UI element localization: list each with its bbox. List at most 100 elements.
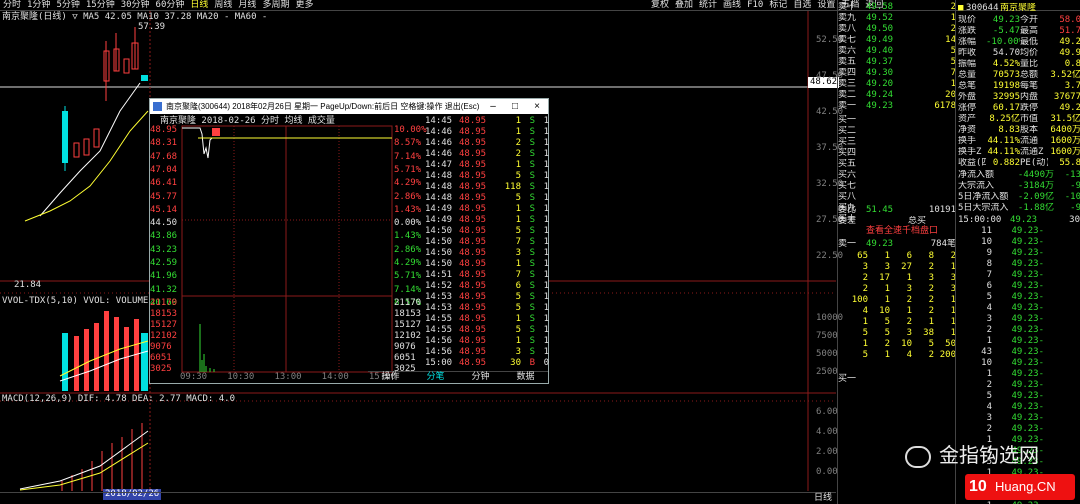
tab-4[interactable]: 30分钟 [118,0,153,11]
tick-cell: S [529,292,535,302]
tool-4[interactable]: F10 [744,0,766,11]
tick-list[interactable]: 14:45 48.95 1 S 1 14:46 48.95 1 S 1 14:46 48.95 2 S 1 1… [425,116,549,369]
trade-vol: 6 [986,281,992,291]
trade-row: 4 49.23- [958,402,1080,413]
axis-tick: 7500 [816,331,838,341]
quote-cell: 净资 [958,125,977,135]
quote-rows-2: 涨停 60.17 跌停 49.2 资产 8.25亿 市值 31.5亿 净资 8.83 股本 6400万… [958,103,1080,169]
quote-cell: 0.8 [1064,59,1080,69]
tick-cell: 1 [515,314,521,324]
order-label: 卖八 [838,24,857,34]
tab-9[interactable]: 多周期 [259,0,292,11]
tick-cell: 48.95 [459,237,487,247]
queue-cell: 2 [906,295,912,305]
tick-cell: 14:46 [425,149,453,159]
quote-cell: 44.11% [987,136,1020,146]
tool-5[interactable]: 标记 [766,0,790,11]
axis-label: 43.23 [150,244,178,255]
quote-cell: 今开 [1020,15,1039,25]
axis-label: 21170 [394,298,422,308]
trade-price: 49.23- [1011,336,1044,346]
tick-row: 14:55 48.95 5 S 1 [425,325,549,336]
tool-3[interactable]: 画线 [720,0,744,11]
window-tab-3[interactable]: 数据 [503,372,548,383]
tick-cell: 1 [543,314,549,324]
window-tab-1[interactable]: 分笔 [413,372,458,383]
trade-vol: 5 [986,391,992,401]
quote-cell: 37677 [1053,92,1080,102]
queue-cell: 2 [928,295,934,305]
close-icon[interactable]: × [526,99,548,114]
flow-row: 5日净流入额 -2.09亿 -10 [958,192,1080,203]
order-row-buy: 买三 [838,137,956,148]
queue-link[interactable]: 查看全速千档盘口 [866,226,938,237]
tool-1[interactable]: 叠加 [672,0,696,11]
quote-cell: 8.25亿 [989,114,1020,124]
window-tab-0[interactable]: 操作 [368,372,413,383]
tool-7[interactable]: 设置 [814,0,838,11]
flow-label: 净流入额 [958,170,995,180]
tab-3[interactable]: 15分钟 [83,0,118,11]
minimize-icon[interactable]: – [482,99,504,114]
intraday-chart[interactable]: 南京聚隆 2018-02-26 分时 均线 成交量 48.95 48.31 47… [150,114,427,384]
tool-6[interactable]: 自选 [790,0,814,11]
queue-buy1: 买一 [838,374,857,384]
trade-vol: 2 [986,424,992,434]
axis-label: 9076 [150,342,172,352]
queue-cell: 3 [950,273,956,283]
tab-7[interactable]: 周线 [211,0,235,11]
trade-price: 49.23- [1011,347,1044,357]
order-row: 卖九 49.52 1 [838,13,956,24]
tab-8[interactable]: 月线 [235,0,259,11]
trade-price: 49.23- [1011,402,1044,412]
tick-cell: 48.95 [459,281,487,291]
queue-cell: 3 [950,284,956,294]
order-label: 买八 [838,192,857,202]
tab-0[interactable]: 分时 [0,0,24,11]
window-titlebar[interactable]: 南京聚隆(300644) 2018年02月26日 星期一 PageUp/Down… [150,99,548,114]
tick-cell: 14:51 [425,270,453,280]
tab-10[interactable]: 更多 [292,0,316,11]
tick-cell: 14:46 [425,138,453,148]
tool-2[interactable]: 统计 [696,0,720,11]
tick-row: 14:49 48.95 1 S 1 [425,204,549,215]
tick-cell: S [529,325,535,335]
quote-cell: -5.47 [992,26,1020,36]
tab-5[interactable]: 60分钟 [153,0,188,11]
queue-cell: 8 [928,251,934,261]
maximize-icon[interactable]: □ [504,99,526,114]
tick-cell: 118 [504,182,521,192]
axis-label: 3025 [150,364,172,374]
axis-label: 18153 [394,309,422,319]
quote-cell: 收益(四) [958,158,986,168]
tab-2[interactable]: 5分钟 [53,0,82,11]
trade-price: 49.23- [1011,424,1044,434]
order-label: 买五 [838,159,857,169]
quote-cell: 49.9 [1059,48,1080,58]
trade-row: 8 49.23- [958,259,1080,270]
quote-panel: ■ 300644 南京聚隆 现价 49.23 今开 58.0 涨跌 -5.47 最高 51.7… [955,0,1080,215]
quote-row: 总笔 19198 每笔 3.7 [958,81,1080,92]
tool-0[interactable]: 复权 [648,0,672,11]
period-tabs: 分时 1分钟 5分钟 15分钟 30分钟 60分钟 日线 周线 月线 多周期 更多 [0,0,316,11]
quote-cell: 股本 [1020,125,1039,135]
tick-cell: 1 [543,226,549,236]
tick-row: 14:50 48.95 5 S 1 [425,226,549,237]
tab-6[interactable]: 日线 [187,0,211,11]
intraday-history-window[interactable]: 南京聚隆(300644) 2018年02月26日 星期一 PageUp/Down… [149,98,549,384]
tick-cell: 1 [543,149,549,159]
order-price: 49.58 [866,2,894,12]
order-label: 卖四 [838,68,857,78]
queue-row: 5 5 3 38 1 [846,328,956,339]
axis-label: 41.96 [150,271,178,282]
tick-cell: S [529,127,535,137]
quote-header: ■ 300644 南京聚隆 [958,3,1037,13]
tick-cell: S [529,171,535,181]
trade-price: 49.23- [1011,270,1044,280]
queue-cell: 2 [928,284,934,294]
tick-row: 14:56 48.95 3 S 1 [425,347,549,358]
axis-label: 6051 [394,353,416,363]
axis-label: 44.50 [150,218,178,229]
window-tab-2[interactable]: 分钟 [458,372,503,383]
tab-1[interactable]: 1分钟 [24,0,53,11]
